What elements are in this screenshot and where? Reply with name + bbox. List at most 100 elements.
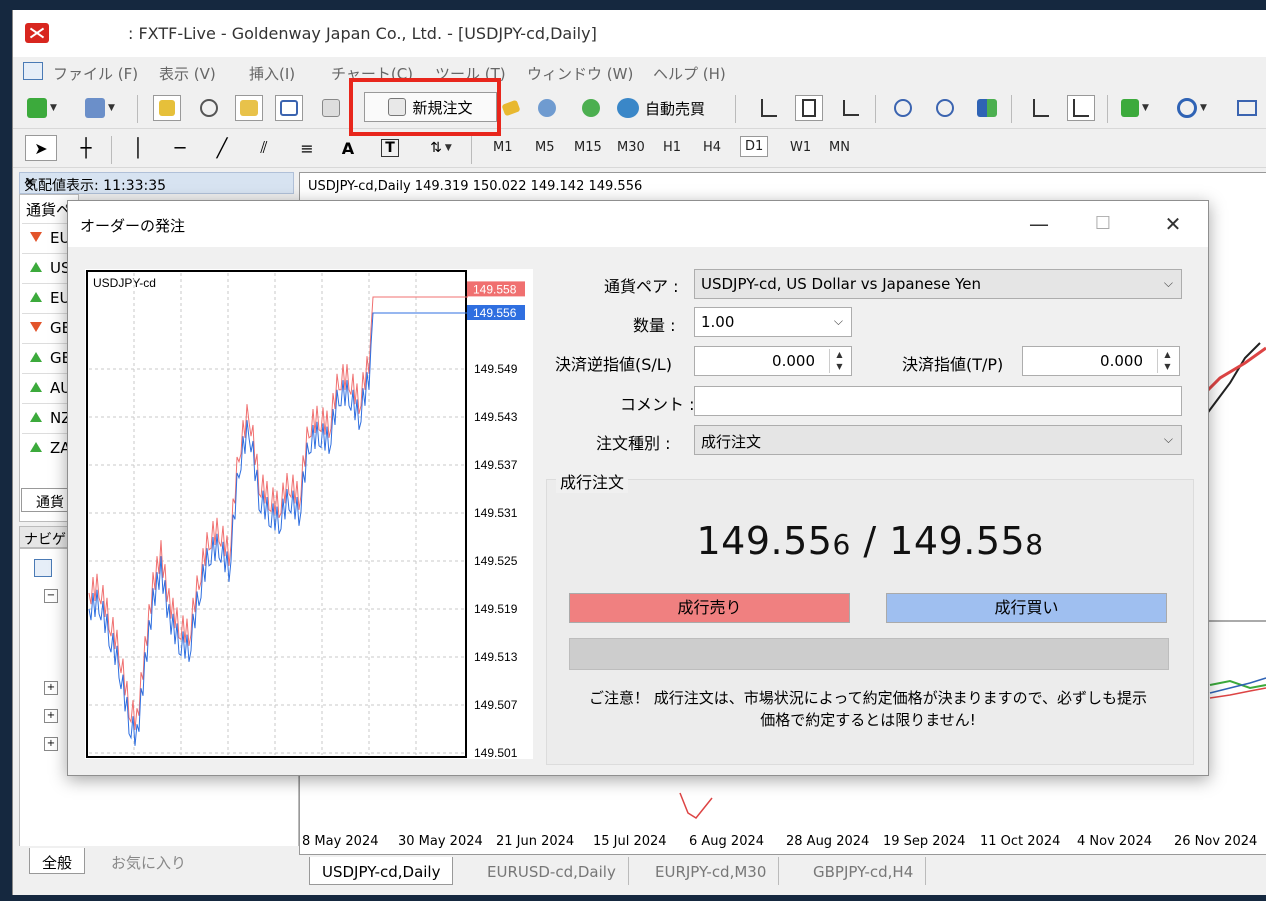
fibonacci-button[interactable]: ≡: [293, 135, 319, 161]
spin-up-icon[interactable]: ▲: [1158, 349, 1177, 361]
collapse-icon[interactable]: −: [44, 589, 58, 603]
menu-file[interactable]: ファイル (F): [53, 63, 138, 84]
strategy-tester-button[interactable]: [317, 95, 345, 121]
tab-general[interactable]: 全般: [29, 848, 86, 874]
data-window-button[interactable]: [195, 95, 223, 121]
account-button[interactable]: [533, 95, 561, 121]
cursor-button[interactable]: ➤: [25, 135, 57, 161]
trendline-button[interactable]: ╱: [209, 135, 235, 161]
navigator-button[interactable]: [235, 95, 263, 121]
channel-button[interactable]: ⫽: [251, 135, 277, 161]
take-profit-input[interactable]: 0.000 ▲ ▼: [1022, 346, 1180, 376]
user-icon: [538, 99, 556, 117]
expand-icon[interactable]: +: [44, 737, 58, 751]
close-icon[interactable]: ✕: [24, 175, 287, 191]
auto-trading-button[interactable]: 自動売買: [617, 95, 705, 121]
tab-eurusd-daily[interactable]: EURUSD-cd,Daily: [475, 857, 629, 885]
order-type-select[interactable]: 成行注文 ⌵: [694, 425, 1182, 455]
price-display: 149.556 / 149.558: [546, 519, 1194, 563]
menu-help[interactable]: ヘルプ (H): [653, 63, 726, 84]
text-button[interactable]: A: [335, 135, 361, 161]
take-profit-stepper[interactable]: ▲ ▼: [1157, 349, 1177, 373]
timeframe-m15[interactable]: M15: [574, 140, 602, 155]
horizontal-line-icon: ─: [174, 137, 186, 159]
bar-chart-button[interactable]: [755, 95, 783, 121]
timeframe-mn[interactable]: MN: [829, 140, 850, 155]
chevron-down-icon: ▼: [1200, 103, 1207, 113]
arrow-up-icon: [30, 412, 42, 422]
y-tick-label: 149.513: [474, 650, 518, 664]
price-separator: /: [850, 519, 890, 563]
menu-window[interactable]: ウィンドウ (W): [527, 63, 633, 84]
chevron-down-icon: ⌵: [1163, 276, 1173, 290]
new-chart-button[interactable]: ▼: [27, 95, 57, 121]
indicators-button[interactable]: ▼: [1121, 95, 1149, 121]
tab-usdjpy-daily[interactable]: USDJPY-cd,Daily: [309, 857, 454, 885]
timeframe-d1[interactable]: D1: [740, 136, 769, 157]
signals-button[interactable]: [577, 95, 605, 121]
text-label-button[interactable]: T: [377, 135, 403, 161]
timeframe-h1[interactable]: H1: [663, 140, 681, 155]
spin-down-icon[interactable]: ▼: [830, 361, 849, 373]
drawing-toolbar: ➤ ┼ │ ─ ╱ ⫽ ≡ A T ⇅ ▼ M1 M5 M15 M30 H1 H4…: [13, 130, 1266, 168]
line-chart-button[interactable]: [837, 95, 865, 121]
tab-eurjpy-m30[interactable]: EURJPY-cd,M30: [643, 857, 780, 885]
y-tick-label: 149.549: [474, 362, 518, 376]
expand-icon[interactable]: +: [44, 681, 58, 695]
market-sell-button[interactable]: 成行売り: [569, 593, 850, 623]
timeframe-w1[interactable]: W1: [790, 140, 811, 155]
spin-up-icon[interactable]: ▲: [830, 349, 849, 361]
terminal-root-icon[interactable]: [34, 559, 52, 577]
menu-insert[interactable]: 挿入(I): [249, 63, 295, 84]
vertical-line-button[interactable]: │: [125, 135, 151, 161]
zoom-in-button[interactable]: [889, 95, 917, 121]
minimize-icon[interactable]: —: [1024, 211, 1054, 237]
market-watch-tab[interactable]: 通貨: [21, 488, 71, 512]
toolbar-separator: [471, 136, 472, 164]
terminal-button[interactable]: [275, 95, 303, 121]
candle-chart-button[interactable]: [795, 95, 823, 121]
signal-icon: [582, 99, 600, 117]
timeframe-h4[interactable]: H4: [703, 140, 721, 155]
profiles-button[interactable]: ▼: [85, 95, 115, 121]
volume-select[interactable]: 1.00 ⌵: [694, 307, 852, 337]
crosshair-button[interactable]: ┼: [73, 135, 99, 161]
comment-input[interactable]: [694, 386, 1182, 416]
auto-scroll-button[interactable]: [1067, 95, 1095, 121]
close-icon[interactable]: ✕: [1158, 211, 1188, 237]
vertical-line-icon: │: [132, 137, 144, 159]
metaeditor-button[interactable]: [499, 95, 523, 121]
expand-icon[interactable]: +: [44, 709, 58, 723]
arrow-up-icon: [30, 292, 42, 302]
tile-windows-button[interactable]: [973, 95, 1001, 121]
date-label: 4 Nov 2024: [1077, 834, 1152, 849]
spin-down-icon[interactable]: ▼: [1158, 361, 1177, 373]
chart-shift-button[interactable]: [1027, 95, 1055, 121]
document-icon[interactable]: [23, 62, 43, 80]
maximize-icon[interactable]: ☐: [1088, 211, 1118, 237]
date-label: 6 Aug 2024: [689, 834, 765, 849]
stop-loss-stepper[interactable]: ▲ ▼: [829, 349, 849, 373]
timeframe-m30[interactable]: M30: [617, 140, 645, 155]
arrow-up-icon: [30, 262, 42, 272]
date-label: 28 Aug 2024: [786, 834, 870, 849]
zoom-out-button[interactable]: [931, 95, 959, 121]
tab-gbpjpy-h4[interactable]: GBPJPY-cd,H4: [801, 857, 927, 885]
toolbar-separator: [735, 95, 736, 123]
market-watch-button[interactable]: [153, 95, 181, 121]
market-buy-button[interactable]: 成行買い: [886, 593, 1167, 623]
symbol-select[interactable]: USDJPY-cd, US Dollar vs Japanese Yen ⌵: [694, 269, 1182, 299]
take-profit-value: 0.000: [1100, 352, 1143, 370]
y-tick-label: 149.543: [474, 410, 518, 424]
timeframe-m5[interactable]: M5: [535, 140, 555, 155]
timeframe-m1[interactable]: M1: [493, 140, 513, 155]
arrow-up-icon: [30, 442, 42, 452]
periods-button[interactable]: ▼: [1177, 95, 1207, 121]
horizontal-line-button[interactable]: ─: [167, 135, 193, 161]
arrows-button[interactable]: ⇅ ▼: [421, 135, 461, 161]
templates-button[interactable]: [1233, 95, 1261, 121]
menu-view[interactable]: 表示 (V): [159, 63, 216, 84]
tab-favorites[interactable]: お気に入り: [99, 848, 198, 874]
stop-loss-input[interactable]: 0.000 ▲ ▼: [694, 346, 852, 376]
fibonacci-icon: ≡: [300, 138, 313, 158]
